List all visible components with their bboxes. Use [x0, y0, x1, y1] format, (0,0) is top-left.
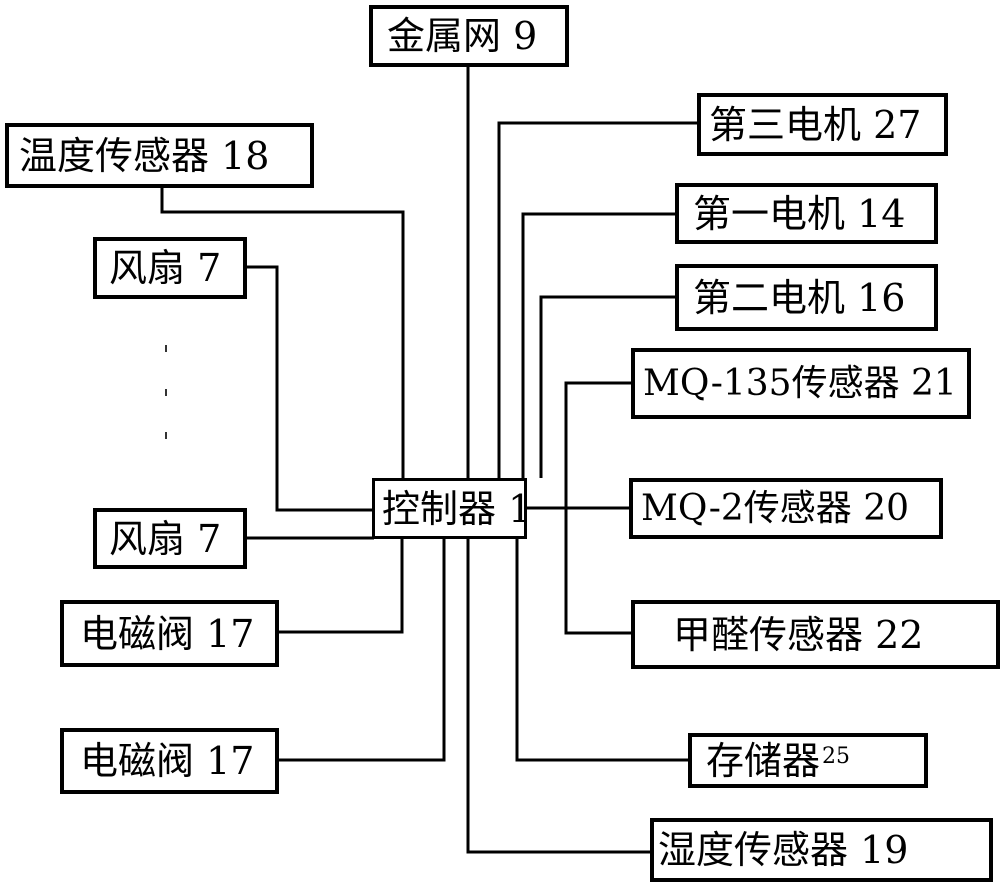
memory-number: 25: [822, 743, 851, 769]
controller-box: 控制器 1: [372, 478, 532, 539]
wire-first-motor: [521, 212, 675, 478]
solenoid-valve-1-label: 电磁阀 17: [80, 611, 255, 656]
wire-humidity-sensor: [466, 538, 650, 854]
temp-sensor-label: 温度传感器 18: [19, 133, 270, 178]
ellipsis-dot: [165, 432, 167, 439]
solenoid-valve-2-label: 电磁阀 17: [80, 739, 255, 783]
mq135-sensor-box: MQ-135传感器 21: [631, 348, 971, 419]
fan-top-box: 风扇 7: [93, 237, 247, 299]
wire-third-motor: [497, 121, 697, 478]
second-motor-box: 第二电机 16: [675, 264, 938, 331]
mq2-sensor-box: MQ-2传感器 20: [629, 478, 943, 539]
metal-mesh-label: 金属网 9: [387, 14, 538, 58]
fan-bottom-label: 风扇 7: [109, 516, 222, 561]
solenoid-valve-2-box: 电磁阀 17: [60, 728, 279, 794]
temp-sensor-box: 温度传感器 18: [5, 123, 314, 188]
metal-mesh-box: 金属网 9: [369, 5, 569, 67]
formaldehyde-sensor-box: 甲醛传感器 22: [631, 600, 1000, 669]
ellipsis-dot: [165, 389, 167, 396]
formaldehyde-sensor-label: 甲醛传感器 22: [673, 612, 924, 657]
third-motor-label: 第三电机 27: [709, 102, 922, 147]
fan-top-label: 风扇 7: [109, 246, 222, 290]
wire-fan-top: [246, 265, 374, 512]
fan-bottom-box: 风扇 7: [93, 508, 247, 569]
ellipsis-dot: [165, 345, 167, 352]
first-motor-label: 第一电机 14: [693, 191, 906, 236]
humidity-sensor-label: 湿度传感器 19: [658, 828, 909, 872]
third-motor-box: 第三电机 27: [697, 93, 948, 156]
controller-label: 控制器 1: [382, 486, 533, 531]
solenoid-valve-1-box: 电磁阀 17: [60, 600, 279, 667]
second-motor-label: 第二电机 16: [693, 275, 906, 320]
memory-box: 存储器 25: [688, 733, 928, 788]
mq135-sensor-label: MQ-135传感器 21: [643, 362, 957, 404]
wire-temp-sensor: [160, 187, 405, 478]
memory-label: 存储器: [706, 738, 821, 783]
mq2-sensor-label: MQ-2传感器 20: [641, 487, 910, 529]
wire-solenoid-valve-1: [278, 538, 404, 634]
first-motor-box: 第一电机 14: [675, 183, 938, 244]
humidity-sensor-box: 湿度传感器 19: [650, 818, 993, 882]
wire-solenoid-valve-2: [278, 538, 446, 762]
